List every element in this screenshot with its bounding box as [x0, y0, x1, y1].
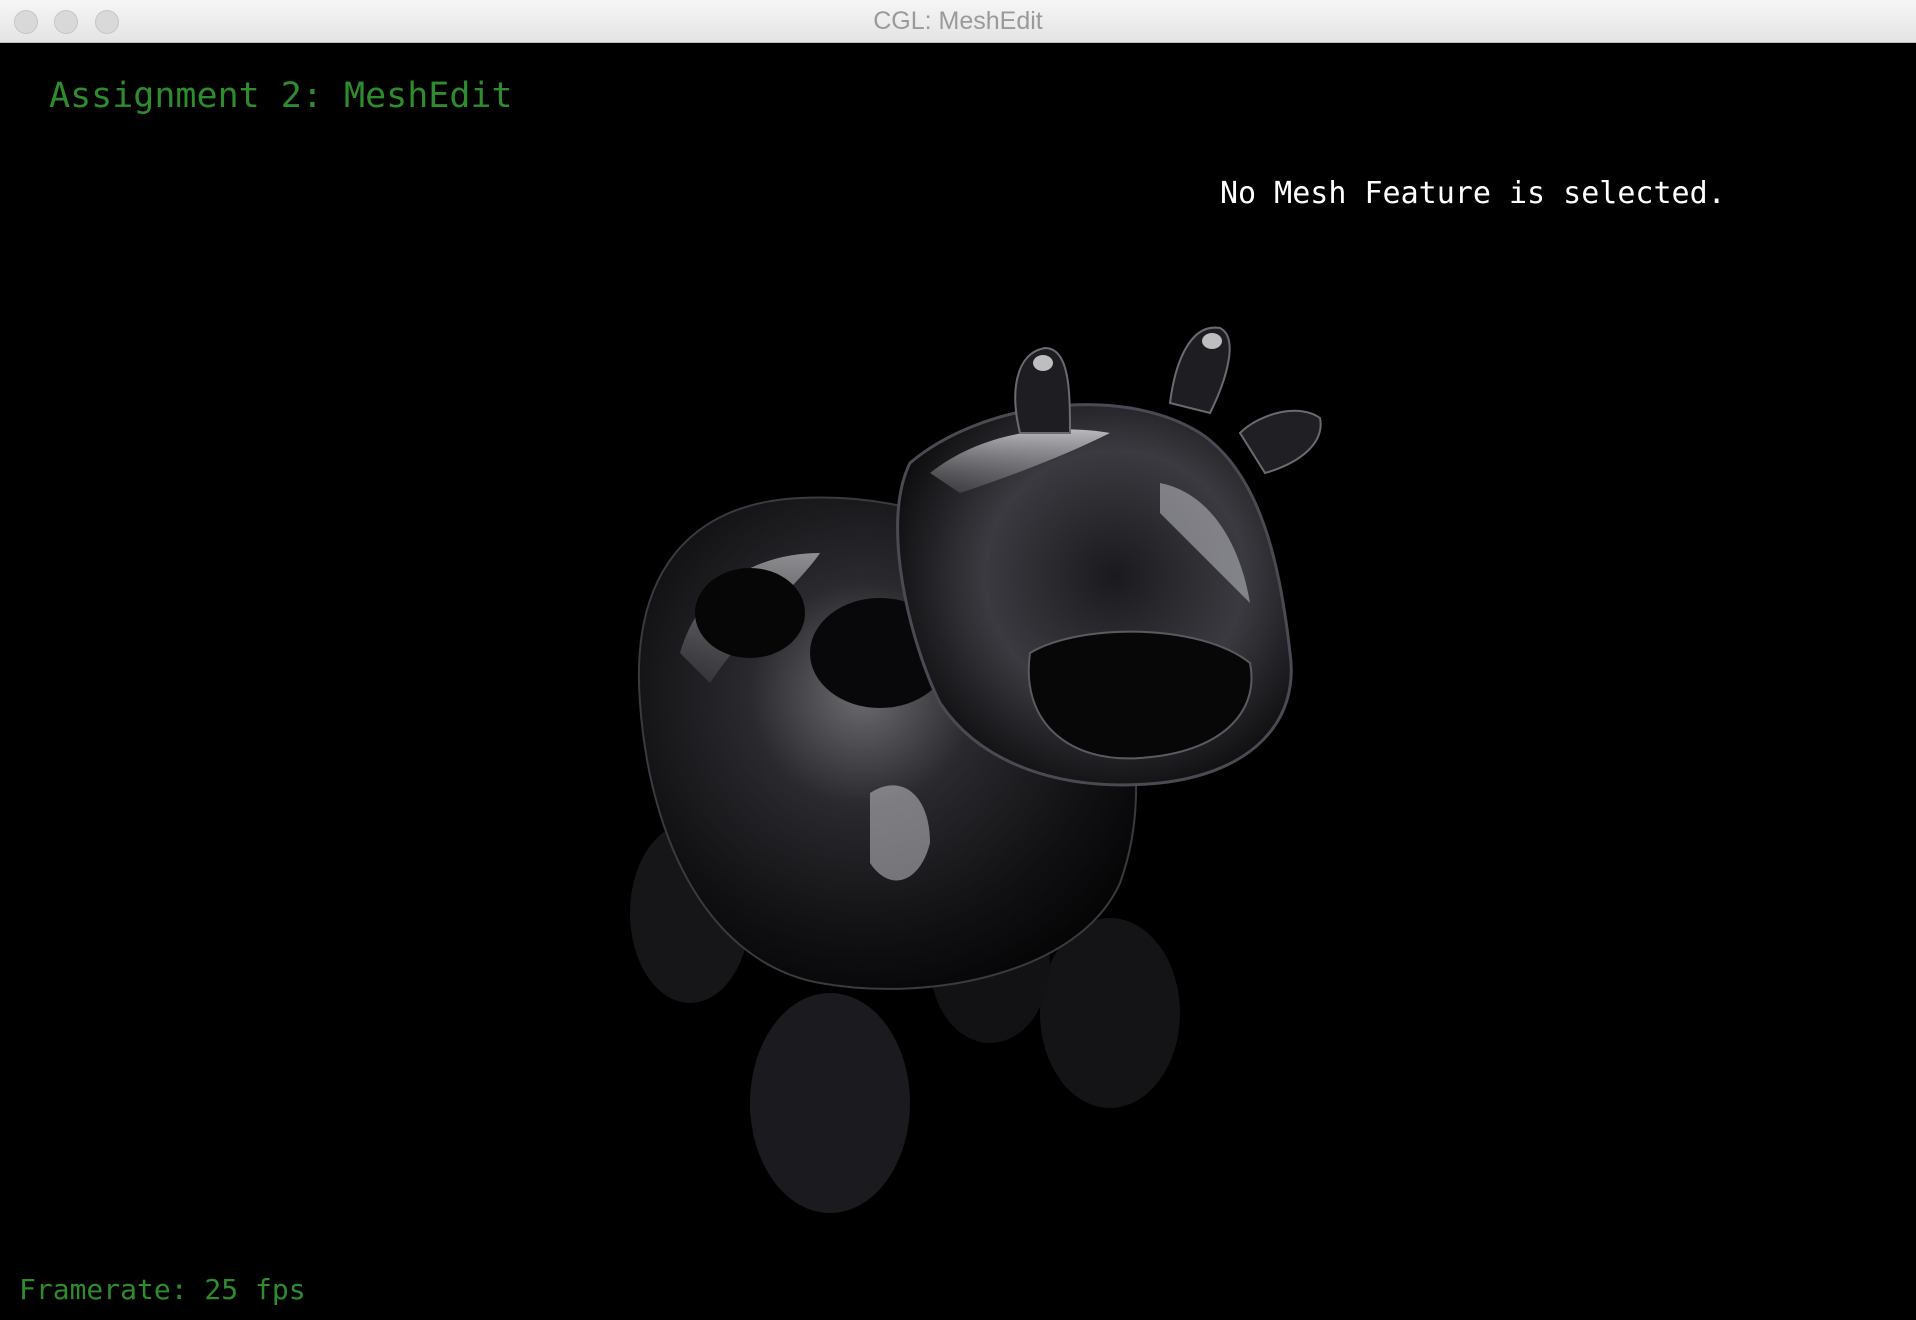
- window-title: CGL: MeshEdit: [873, 7, 1043, 35]
- assignment-title: Assignment 2: MeshEdit: [49, 76, 513, 116]
- cow-horn-highlight: [1033, 355, 1053, 371]
- cow-mesh-render[interactable]: [600, 323, 1420, 1223]
- cow-leg-front-left: [750, 993, 910, 1213]
- title-bar[interactable]: CGL: MeshEdit: [0, 0, 1916, 43]
- app-window: CGL: MeshEdit Assignment 2: MeshEdit No …: [0, 0, 1916, 1320]
- cow-spot: [695, 568, 805, 658]
- selection-status-text: No Mesh Feature is selected.: [1220, 176, 1726, 211]
- cow-ear: [1238, 409, 1322, 475]
- gl-viewport[interactable]: Assignment 2: MeshEdit No Mesh Feature i…: [0, 43, 1916, 1320]
- framerate-readout: Framerate: 25 fps: [19, 1273, 306, 1306]
- cow-horn-highlight: [1202, 333, 1222, 349]
